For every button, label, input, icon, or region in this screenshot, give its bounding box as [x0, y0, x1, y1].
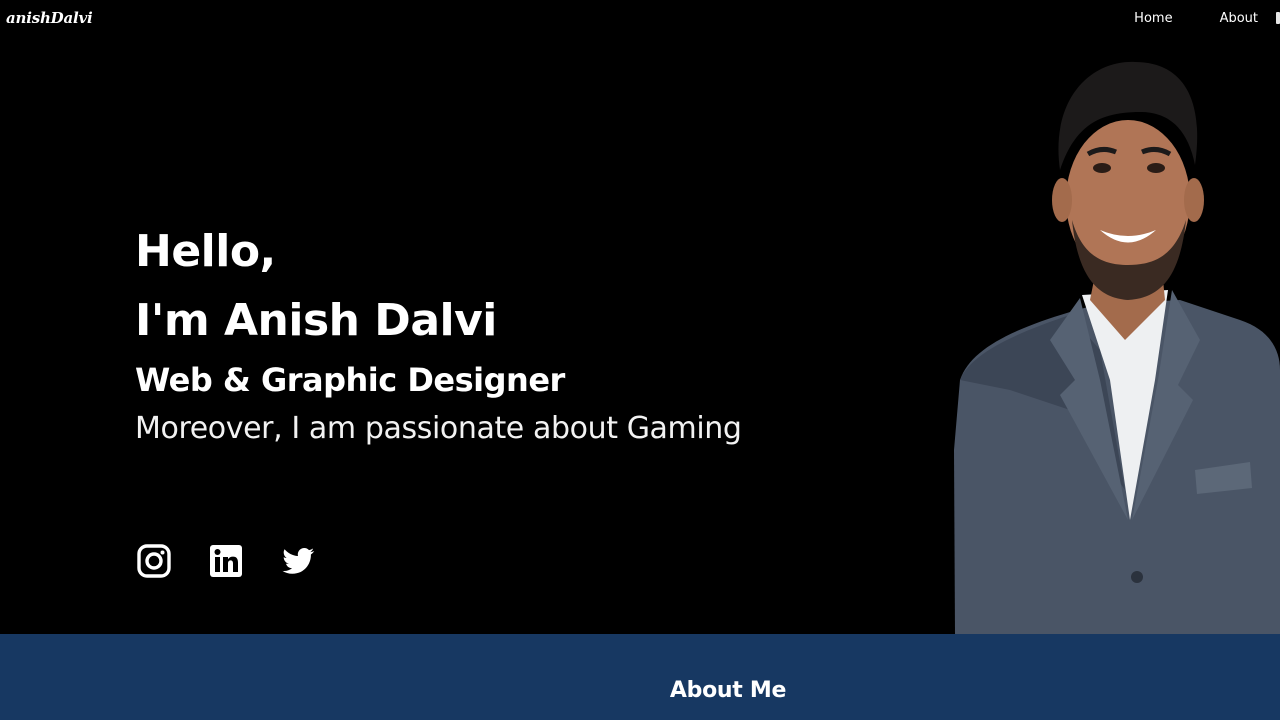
site-logo[interactable]: anishDalvi — [6, 9, 93, 27]
instagram-icon[interactable] — [136, 543, 172, 579]
portrait-photo — [950, 50, 1280, 635]
portfolio-page: anishDalvi Home About Hello, I'm Anish D… — [0, 0, 1280, 720]
hero-tagline: Moreover, I am passionate about Gaming — [135, 411, 742, 446]
social-links — [136, 543, 352, 579]
twitter-icon[interactable] — [280, 543, 316, 579]
hero-role: Web & Graphic Designer — [135, 361, 565, 399]
linkedin-icon[interactable] — [208, 543, 244, 579]
main-nav: Home About — [1134, 0, 1280, 36]
about-section: About Me — [0, 634, 1280, 720]
nav-link-clipped[interactable] — [1276, 12, 1280, 24]
about-title: About Me — [669, 678, 787, 703]
nav-link-about[interactable]: About — [1220, 11, 1258, 26]
hero-name: I'm Anish Dalvi — [135, 295, 497, 346]
site-header: anishDalvi Home About — [0, 0, 1280, 36]
nav-link-home[interactable]: Home — [1134, 11, 1172, 26]
hero-greeting: Hello, — [135, 226, 276, 277]
